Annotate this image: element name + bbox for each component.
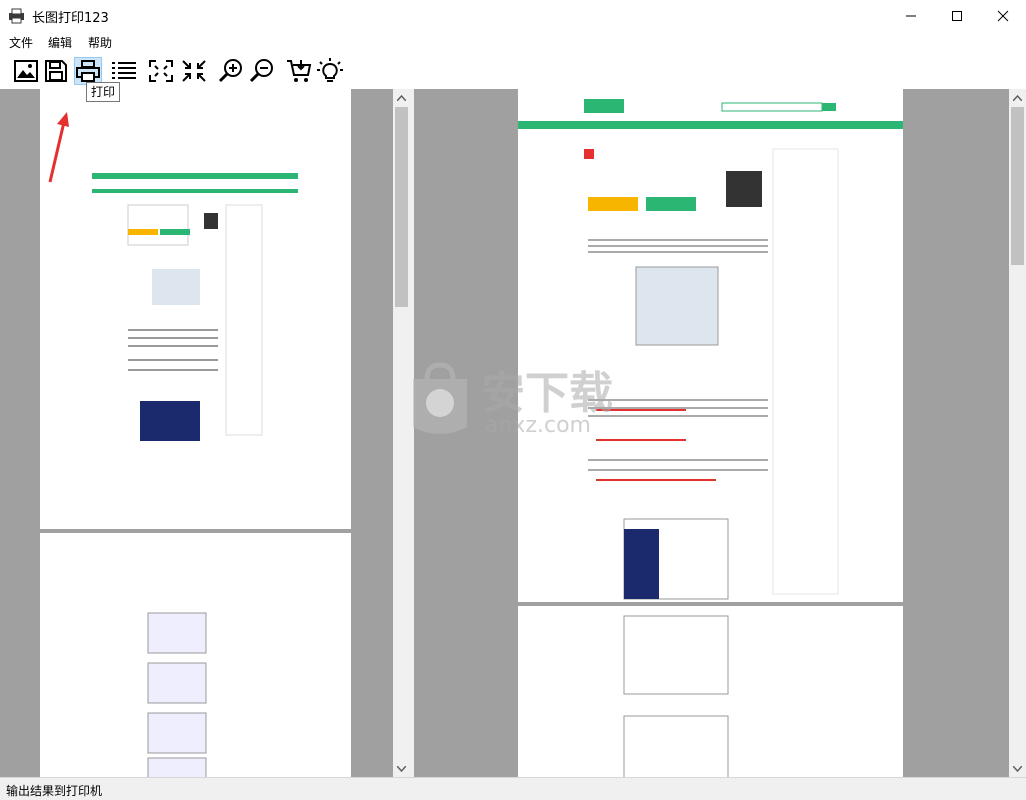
open-image-button[interactable] [12, 57, 40, 85]
status-text: 输出结果到打印机 [6, 784, 103, 798]
zoom-out-button[interactable] [248, 57, 276, 85]
page-list-icon [112, 62, 136, 79]
scroll-down-arrow-icon[interactable] [393, 760, 410, 777]
page-preview-image [623, 615, 729, 777]
zoom-out-icon [249, 59, 273, 83]
open-image-icon [14, 60, 38, 82]
shield-bag-icon [413, 362, 467, 434]
window-title: 长图打印123 [32, 11, 109, 26]
actual-size-icon [182, 60, 206, 82]
title-bar: 长图打印123 [0, 0, 1026, 31]
thumbnail-page-1[interactable] [40, 89, 351, 529]
preview-page-1[interactable] [518, 89, 903, 602]
save-button[interactable] [42, 57, 70, 85]
print-button[interactable] [74, 57, 102, 85]
maximize-button[interactable] [934, 0, 980, 31]
purchase-cart-icon [287, 60, 312, 82]
app-printer-icon [9, 8, 24, 24]
preview-page-2[interactable] [518, 606, 903, 777]
watermark-title: 安下载 [481, 368, 613, 419]
scroll-thumb[interactable] [1011, 107, 1024, 265]
scroll-up-arrow-icon[interactable] [393, 89, 410, 106]
purchase-button[interactable] [285, 57, 313, 85]
zoom-in-button[interactable] [217, 57, 245, 85]
fit-page-icon [149, 60, 173, 82]
minimize-button[interactable] [888, 0, 934, 31]
toolbar [0, 53, 1026, 90]
menu-edit[interactable]: 编辑 [48, 34, 72, 51]
print-icon [76, 60, 100, 82]
scroll-thumb[interactable] [395, 107, 408, 307]
print-tooltip: 打印 [86, 82, 121, 102]
maximize-icon [952, 10, 962, 21]
save-icon [45, 60, 67, 82]
menu-help[interactable]: 帮助 [88, 34, 112, 51]
page-list-button[interactable] [110, 57, 138, 85]
fit-page-button[interactable] [147, 57, 175, 85]
close-button[interactable] [980, 0, 1026, 31]
red-arrow-annotation [48, 112, 69, 183]
page-preview-image [518, 99, 903, 600]
zoom-in-icon [218, 59, 242, 83]
menu-file[interactable]: 文件 [9, 34, 33, 51]
status-bar: 输出结果到打印机 [0, 777, 1026, 800]
close-icon [997, 10, 1009, 21]
thumbnail-pane[interactable] [0, 89, 410, 777]
thumbnail-page-2[interactable] [40, 533, 351, 777]
scroll-up-arrow-icon[interactable] [1009, 89, 1026, 106]
scroll-down-arrow-icon[interactable] [1009, 760, 1026, 777]
watermark-url: anxz.com [485, 413, 591, 438]
minimize-icon [906, 15, 916, 16]
page-preview-image [92, 173, 298, 441]
menu-bar: 文件 编辑 帮助 [0, 31, 1026, 53]
page-preview-image [147, 612, 207, 777]
actual-size-button[interactable] [180, 57, 208, 85]
watermark: 安下载 anxz.com [405, 355, 645, 445]
preview-scrollbar[interactable] [1009, 89, 1026, 777]
tips-button[interactable] [316, 57, 344, 85]
tips-bulb-icon [317, 58, 343, 82]
